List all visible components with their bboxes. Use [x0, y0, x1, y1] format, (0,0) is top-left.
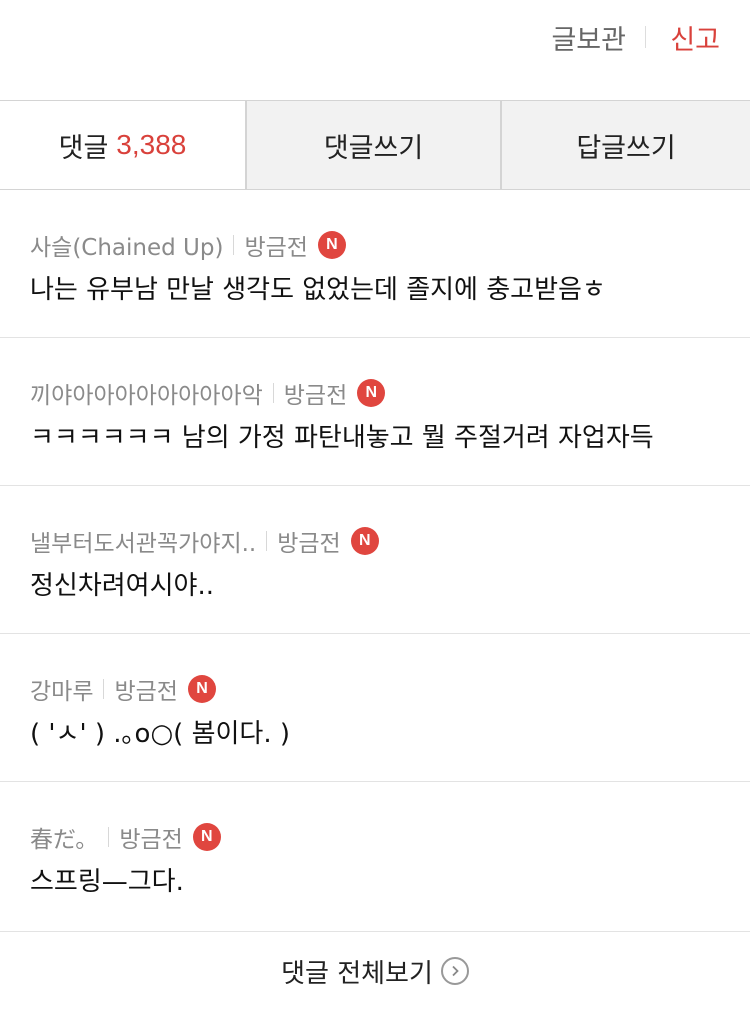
divider — [266, 531, 268, 551]
comment-meta: 낼부터도서관꼭가야지.. 방금전 N — [30, 524, 720, 558]
new-badge-icon: N — [357, 379, 386, 407]
comment-meta: 끼야아아아아아아아아악 방금전 N — [30, 376, 720, 410]
divider — [103, 679, 105, 699]
divider — [233, 235, 235, 255]
comment-author[interactable]: 낼부터도서관꼭가야지.. — [30, 524, 256, 558]
comment-meta: 春だ。 방금전 N — [30, 820, 720, 854]
comment-author[interactable]: 사슬(Chained Up) — [30, 228, 223, 262]
list-item[interactable]: 낼부터도서관꼭가야지.. 방금전 N 정신차려여시야.. — [0, 486, 750, 634]
tab-comments[interactable]: 댓글 3,388 — [0, 101, 247, 189]
divider — [645, 26, 646, 48]
comment-text: ㅋㅋㅋㅋㅋㅋ 남의 가정 파탄내놓고 뭘 주절거려 자업자득 — [30, 423, 654, 453]
comment-time: 방금전 — [119, 827, 183, 853]
comment-author[interactable]: 春だ。 — [30, 820, 98, 854]
new-badge-icon: N — [187, 675, 216, 703]
comment-time: 방금전 — [277, 531, 341, 557]
tab-comments-label: 댓글 — [58, 132, 109, 164]
list-item[interactable]: 사슬(Chained Up) 방금전 N 나는 유부남 만날 생각도 없었는데 … — [0, 190, 750, 338]
tab-write-comment-label: 댓글쓰기 — [323, 132, 424, 164]
comment-meta: 강마루 방금전 N — [30, 672, 720, 706]
list-item[interactable]: 春だ。 방금전 N 스프링—그다. — [0, 782, 750, 932]
comment-tabs: 댓글 3,388 댓글쓰기 답글쓰기 — [0, 100, 750, 190]
comment-count: 3,388 — [116, 129, 187, 160]
tab-write-reply[interactable]: 답글쓰기 — [502, 101, 750, 189]
comment-author[interactable]: 강마루 — [30, 672, 93, 706]
comment-meta: 사슬(Chained Up) 방금전 N — [30, 228, 720, 262]
divider — [272, 383, 274, 403]
comment-list: 사슬(Chained Up) 방금전 N 나는 유부남 만날 생각도 없었는데 … — [0, 190, 750, 932]
comment-text: 정신차려여시야.. — [30, 571, 214, 601]
new-badge-icon: N — [317, 231, 346, 259]
view-all-comments-button[interactable]: 댓글 전체보기 — [0, 931, 750, 1011]
new-badge-icon: N — [192, 823, 221, 851]
comment-time: 방금전 — [283, 383, 348, 409]
list-item[interactable]: 끼야아아아아아아아아악 방금전 N ㅋㅋㅋㅋㅋㅋ 남의 가정 파탄내놓고 뭘 주… — [0, 338, 750, 486]
divider — [108, 827, 110, 847]
comment-author[interactable]: 끼야아아아아아아아아악 — [30, 376, 263, 410]
comment-text: ( 'ㅅ' ) .｡o○( 봄이다. ) — [30, 719, 290, 749]
tab-write-comment[interactable]: 댓글쓰기 — [247, 101, 502, 189]
top-actions: 글보관 신고 — [0, 0, 750, 100]
comment-text: 스프링—그다. — [30, 867, 184, 897]
chevron-right-icon — [440, 957, 469, 985]
comment-text: 나는 유부남 만날 생각도 없었는데 졸지에 충고받음ㅎ — [30, 275, 606, 305]
tab-write-reply-label: 답글쓰기 — [576, 132, 676, 164]
new-badge-icon: N — [350, 527, 379, 555]
view-all-label: 댓글 전체보기 — [281, 958, 433, 989]
comment-time: 방금전 — [114, 679, 178, 705]
report-button[interactable]: 신고 — [670, 18, 720, 57]
list-item[interactable]: 강마루 방금전 N ( 'ㅅ' ) .｡o○( 봄이다. ) — [0, 634, 750, 782]
save-post-button[interactable]: 글보관 — [551, 18, 626, 57]
comment-time: 방금전 — [244, 235, 308, 261]
